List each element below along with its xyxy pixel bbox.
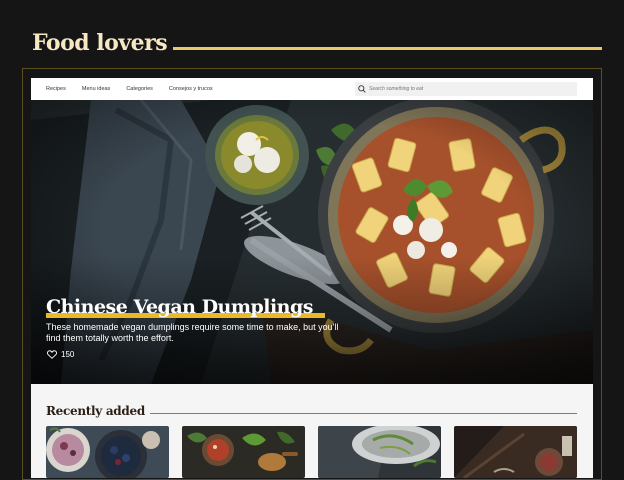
search-input[interactable] bbox=[367, 86, 569, 92]
brand-header: Food lovers bbox=[32, 28, 602, 58]
search-bar bbox=[355, 82, 577, 96]
brand-divider bbox=[173, 46, 602, 50]
plated-greens-photo bbox=[318, 426, 441, 478]
section-divider bbox=[149, 412, 577, 414]
recipe-card[interactable] bbox=[318, 426, 441, 478]
recipe-card[interactable] bbox=[46, 426, 169, 478]
brand-title: Food lovers bbox=[32, 30, 168, 56]
nav-link-menu-ideas[interactable]: Menu ideas bbox=[82, 86, 110, 92]
nav-link-recipes[interactable]: Recipes bbox=[46, 86, 66, 92]
recently-added-title: Recently added bbox=[46, 404, 145, 418]
hero-title[interactable]: Chinese Vegan Dumplings bbox=[46, 296, 313, 318]
hero-banner[interactable]: Chinese Vegan Dumplings These homemade v… bbox=[31, 100, 593, 384]
berries-bowl-photo bbox=[46, 426, 169, 478]
dark-board-dish-photo bbox=[454, 426, 577, 478]
nav-link-tips[interactable]: Consejos y trucos bbox=[169, 86, 213, 92]
like-button[interactable]: 150 bbox=[47, 350, 74, 359]
website-preview: Recipes Menu ideas Categories Consejos y… bbox=[31, 78, 593, 478]
salad-sauce-photo bbox=[182, 426, 305, 478]
top-navigation: Recipes Menu ideas Categories Consejos y… bbox=[31, 78, 593, 100]
recipe-card[interactable] bbox=[454, 426, 577, 478]
hero-description: These homemade vegan dumplings require s… bbox=[46, 322, 339, 343]
nav-link-categories[interactable]: Categories bbox=[126, 86, 153, 92]
recently-added-header: Recently added bbox=[46, 403, 577, 419]
like-count: 150 bbox=[61, 350, 75, 359]
search-icon[interactable] bbox=[357, 84, 367, 94]
recipe-card[interactable] bbox=[182, 426, 305, 478]
heart-icon bbox=[47, 350, 57, 359]
